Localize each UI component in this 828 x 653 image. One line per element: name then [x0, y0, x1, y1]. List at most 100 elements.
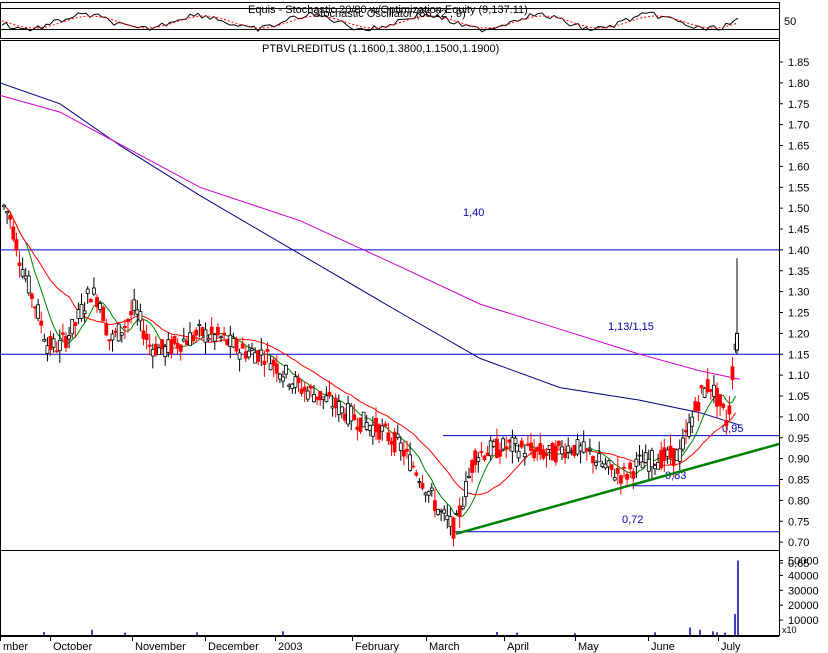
candle-body — [429, 487, 434, 491]
candle-body — [476, 457, 481, 462]
stock-chart: Equis - Stochastic 20/80 w/Optimization … — [0, 2, 819, 653]
candle-body — [219, 336, 223, 339]
candle-body — [631, 471, 636, 479]
x-tick-label: May — [578, 641, 599, 653]
volume-tick-label: 20000 — [788, 600, 819, 612]
candle-body — [150, 349, 155, 357]
candle-body — [194, 329, 199, 336]
candle-body — [209, 326, 214, 334]
candle-body — [488, 440, 493, 457]
x-tick-label: February — [355, 641, 400, 653]
candle-body — [668, 445, 673, 459]
candle-body — [215, 327, 220, 336]
candle-body — [516, 450, 521, 459]
candle-body — [408, 454, 413, 471]
candle-body — [138, 311, 143, 322]
candle-body — [5, 211, 9, 214]
candle-body — [386, 432, 391, 442]
candle-body — [702, 387, 707, 398]
candle-body — [262, 360, 267, 365]
candle-body — [268, 363, 273, 371]
candle-body — [123, 325, 127, 329]
candle-body — [501, 438, 506, 450]
candle-body — [333, 397, 338, 409]
candle-body — [188, 332, 192, 346]
candle-body — [411, 465, 416, 468]
candle-body — [355, 426, 360, 430]
candle-body — [104, 323, 109, 336]
x-tick-label: July — [721, 641, 741, 653]
candle-body — [212, 334, 217, 342]
candle-body — [684, 430, 688, 433]
candle-body — [380, 425, 385, 432]
candle-body — [308, 385, 313, 389]
time-axis: mber October November December 2003 February M… — [0, 636, 741, 653]
candle-body — [591, 456, 595, 464]
candle-body — [250, 348, 254, 351]
candle-body — [557, 440, 561, 446]
candle-body — [417, 480, 422, 483]
candle-body — [609, 464, 614, 470]
candle-body — [451, 517, 456, 539]
volume-tick-label: 40000 — [788, 570, 819, 582]
price-tick-label: 1.70 — [788, 120, 809, 132]
x-tick-label: mber — [3, 641, 28, 653]
candle-body — [594, 462, 598, 466]
candle-body — [336, 401, 341, 416]
candle-body — [225, 339, 230, 345]
candle-body — [479, 451, 484, 453]
candle-body — [405, 448, 409, 452]
price-tick-label: 0.70 — [788, 537, 809, 549]
candle-body — [650, 450, 654, 468]
candle-body — [544, 453, 549, 456]
price-tick-label: 1.00 — [788, 412, 809, 424]
candle-body — [110, 333, 115, 341]
candle-body — [324, 395, 329, 402]
candle-body — [374, 417, 378, 433]
candle-body — [203, 329, 208, 343]
price-tick-label: 1.10 — [788, 370, 809, 382]
candle-body — [584, 448, 589, 451]
candle-body — [364, 422, 369, 430]
volume-unit: x10 — [782, 625, 797, 635]
candle-body — [265, 349, 270, 352]
volume-tick-label: 50000 — [788, 555, 819, 567]
candle-body — [398, 442, 403, 451]
candle-body — [653, 465, 657, 470]
candle-body — [98, 303, 102, 310]
candle-body — [529, 442, 533, 451]
candle-body — [181, 338, 186, 342]
candle-body — [29, 293, 34, 299]
candle-body — [643, 452, 648, 463]
price-tick-label: 0.90 — [788, 454, 809, 466]
candle-body — [553, 445, 558, 463]
candle-body — [708, 389, 713, 392]
candle-body — [457, 505, 462, 517]
candle-body — [305, 390, 310, 400]
candle-body — [612, 477, 617, 481]
candle-body — [662, 447, 667, 461]
candle-body — [721, 403, 726, 408]
candle-body — [730, 366, 735, 381]
candle-body — [735, 332, 739, 351]
candle-body — [315, 396, 320, 400]
candle-body — [17, 262, 22, 266]
candle-body — [256, 350, 261, 362]
candle-body — [73, 322, 78, 326]
candle-body — [349, 405, 354, 422]
candle-body — [467, 475, 471, 478]
price-tick-label: 1.15 — [788, 349, 809, 361]
candle-body — [560, 446, 564, 455]
candle-body — [51, 338, 56, 348]
candle-body — [237, 352, 242, 360]
candle-body — [42, 338, 47, 342]
price-tick-label: 0.80 — [788, 495, 809, 507]
candle-body — [222, 332, 227, 336]
candle-body — [625, 474, 629, 480]
candle-body — [14, 239, 19, 251]
candle-body — [693, 401, 698, 411]
candle-body — [253, 352, 258, 364]
candle-body — [681, 437, 685, 450]
price-tick-label: 0.95 — [788, 433, 809, 445]
candle-body — [231, 337, 236, 348]
